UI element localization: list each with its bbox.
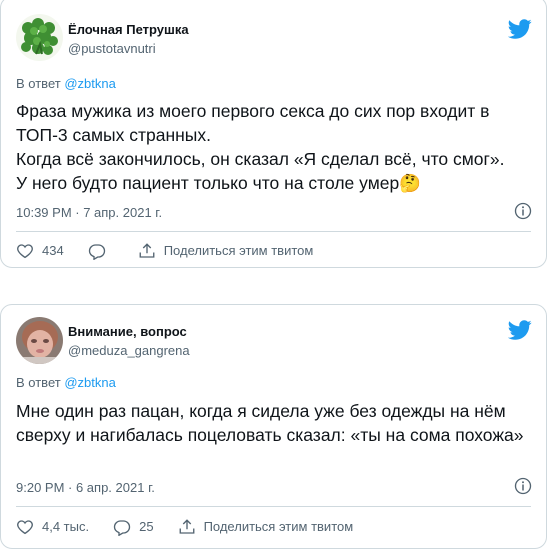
reply-count: 25: [139, 519, 154, 534]
like-count: 434: [42, 243, 64, 258]
like-count: 4,4 тыс.: [42, 519, 90, 534]
tweet-timestamp[interactable]: 9:20 PM · 6 апр. 2021 г.: [16, 480, 155, 495]
tweet-body: Мне один раз пацан, когда я сидела уже б…: [16, 401, 524, 445]
heart-icon: [17, 520, 33, 535]
reply-prefix: В ответ: [16, 76, 65, 91]
author-handle[interactable]: @pustotavnutri: [68, 41, 156, 56]
reply-button[interactable]: 25: [113, 518, 154, 536]
tweet-card[interactable]: Ёлочная Петрушка @pustotavnutri В ответ …: [0, 0, 547, 268]
twitter-bird-icon[interactable]: [508, 17, 532, 41]
share-label: Поделиться этим твитом: [163, 243, 314, 258]
twitter-bird-icon[interactable]: [508, 318, 532, 342]
share-icon: [179, 519, 194, 534]
action-bar: 434 Поделиться этим твитом: [16, 241, 337, 261]
info-icon[interactable]: [514, 202, 532, 220]
like-button[interactable]: 4,4 тыс.: [16, 518, 89, 536]
divider: [16, 506, 531, 507]
share-icon: [139, 243, 155, 258]
reply-prefix: В ответ: [16, 375, 65, 390]
reply-button[interactable]: [88, 242, 114, 260]
author-name[interactable]: Внимание, вопрос: [68, 324, 187, 339]
share-button[interactable]: Поделиться этим твитом: [178, 518, 354, 536]
reply-mention-link[interactable]: @zbtkna: [64, 375, 116, 390]
share-label: Поделиться этим твитом: [203, 519, 354, 534]
tweet-timestamp[interactable]: 10:39 PM · 7 апр. 2021 г.: [16, 205, 162, 220]
reply-icon: [113, 520, 131, 536]
reply-context: В ответ @zbtkna: [16, 76, 116, 91]
info-icon[interactable]: [514, 477, 532, 495]
author-handle[interactable]: @meduza_gangrena: [68, 343, 190, 358]
reply-mention-link[interactable]: @zbtkna: [64, 76, 116, 91]
reply-context: В ответ @zbtkna: [16, 375, 116, 390]
heart-icon: [17, 244, 33, 259]
avatar[interactable]: [16, 14, 63, 61]
thinking-face-emoji: 🤔: [399, 173, 421, 193]
share-button[interactable]: Поделиться этим твитом: [138, 242, 314, 260]
reply-icon: [88, 244, 105, 260]
tweet-body: Фраза мужика из моего первого секса до с…: [16, 101, 505, 193]
divider: [16, 231, 531, 232]
tweet-text: Мне один раз пацан, когда я сидела уже б…: [16, 399, 536, 447]
tweet-card[interactable]: Внимание, вопрос @meduza_gangrena В отве…: [0, 304, 547, 549]
action-bar: 4,4 тыс. 25 Поделиться этим твитом: [16, 517, 377, 537]
avatar[interactable]: [16, 317, 63, 364]
like-button[interactable]: 434: [16, 242, 64, 260]
tweet-text: Фраза мужика из моего первого секса до с…: [16, 99, 536, 195]
author-name[interactable]: Ёлочная Петрушка: [68, 22, 189, 37]
